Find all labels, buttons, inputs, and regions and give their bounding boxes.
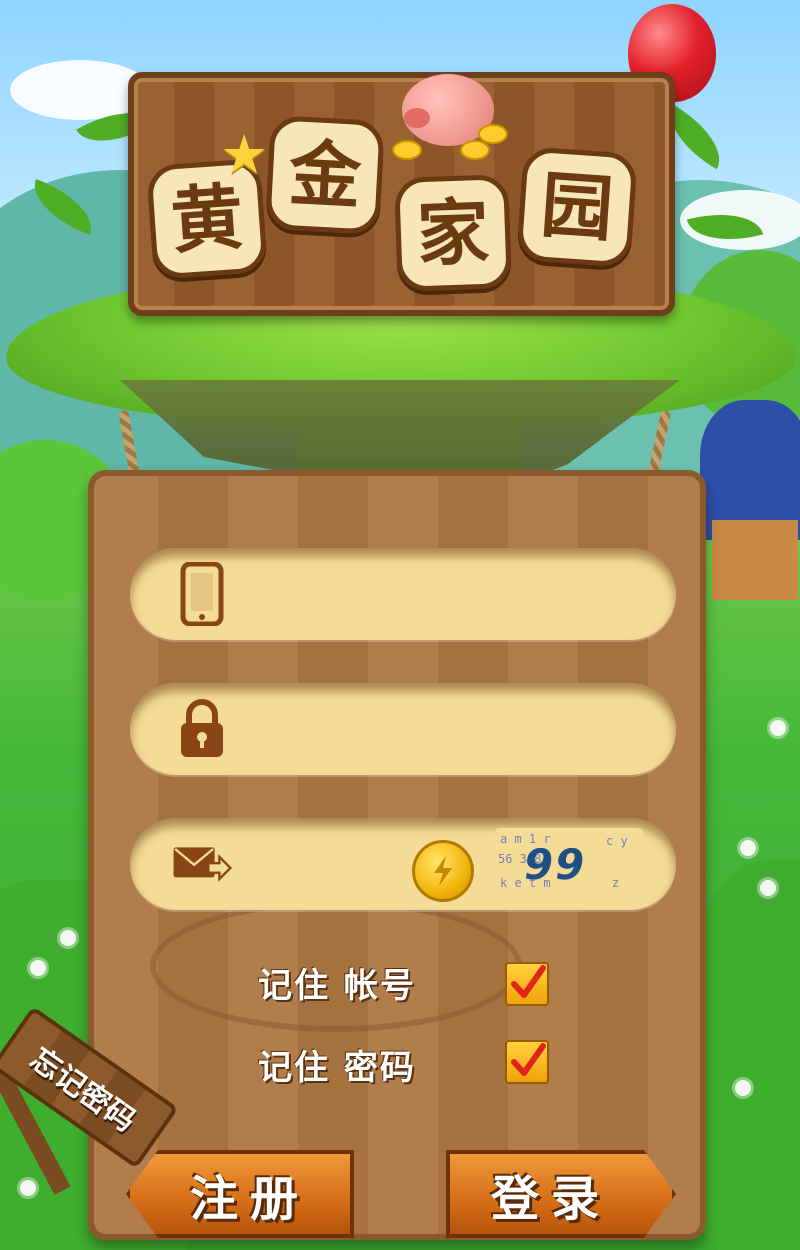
cottage-wall xyxy=(712,520,798,600)
captcha-noise: c y xyxy=(606,834,628,848)
title-char: 园 xyxy=(516,146,638,268)
flower xyxy=(20,1180,36,1196)
phone-field[interactable] xyxy=(130,548,676,640)
app-title: 黄 金 家 园 xyxy=(0,0,800,320)
captcha-noise: z xyxy=(612,876,620,890)
flower xyxy=(30,960,46,976)
captcha-image[interactable]: a m 1 r 56 3 8 k e t m c y z 99 xyxy=(494,828,644,900)
envelope-send-icon xyxy=(172,834,232,894)
remember-account-checkbox[interactable] xyxy=(505,962,549,1006)
remember-account-label: 记住 帐号 xyxy=(258,966,416,1006)
coin-stack-icon xyxy=(392,140,422,160)
title-char: 家 xyxy=(394,174,512,292)
checkmark-icon xyxy=(511,965,546,998)
title-char: 金 xyxy=(265,115,385,235)
flower xyxy=(60,930,76,946)
lock-icon xyxy=(172,699,232,759)
coin-stack-icon xyxy=(478,124,508,144)
phone-input[interactable] xyxy=(253,565,676,623)
register-button[interactable]: 注册 xyxy=(126,1150,354,1238)
phone-icon xyxy=(172,562,232,626)
remember-password-checkbox[interactable] xyxy=(505,1040,549,1084)
pig-snout xyxy=(404,108,430,128)
flower xyxy=(735,1080,751,1096)
checkmark-icon xyxy=(511,1043,546,1076)
remember-password-label: 记住 密码 xyxy=(258,1048,416,1088)
flower xyxy=(770,720,786,736)
captcha-text: 99 xyxy=(519,840,591,889)
verification-code-input[interactable] xyxy=(254,835,418,893)
cottage-roof xyxy=(700,400,800,540)
password-input[interactable] xyxy=(253,700,676,758)
flower xyxy=(760,880,776,896)
gold-coin-icon[interactable] xyxy=(412,840,474,902)
password-field[interactable] xyxy=(130,683,676,775)
star-icon: ★ xyxy=(220,123,269,186)
flower xyxy=(740,840,756,856)
login-button[interactable]: 登录 xyxy=(446,1150,676,1238)
